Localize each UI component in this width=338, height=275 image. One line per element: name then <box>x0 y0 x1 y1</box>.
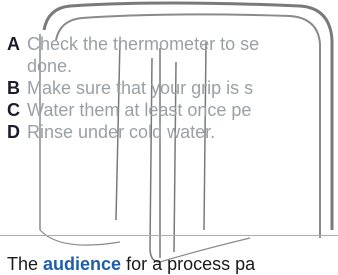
quiz-slide: A Check the thermometer to se done. B Make… <box>0 0 338 275</box>
section-divider <box>0 235 338 236</box>
sentence-start: The <box>7 254 44 274</box>
option-letter: B <box>7 78 20 98</box>
option-letter: C <box>7 100 20 120</box>
option-text: Check the thermometer to se <box>27 34 260 54</box>
option-text: Water them at least once pe <box>27 100 252 120</box>
option-text: Make sure that your grip is s <box>27 78 254 98</box>
sentence-end: for a process pa <box>121 254 256 274</box>
option-a-continued: done. <box>27 56 73 76</box>
option-letter: D <box>7 122 20 142</box>
option-a[interactable]: A Check the thermometer to se <box>7 34 259 54</box>
option-text: Rinse under cold water. <box>27 122 216 142</box>
option-b[interactable]: B Make sure that your grip is s <box>7 78 253 98</box>
option-c[interactable]: C Water them at least once pe <box>7 100 251 120</box>
body-sentence: The audience for a process pa <box>7 253 255 275</box>
option-letter: A <box>7 34 20 54</box>
option-d[interactable]: D Rinse under cold water. <box>7 122 215 142</box>
keyword-audience[interactable]: audience <box>43 254 121 274</box>
